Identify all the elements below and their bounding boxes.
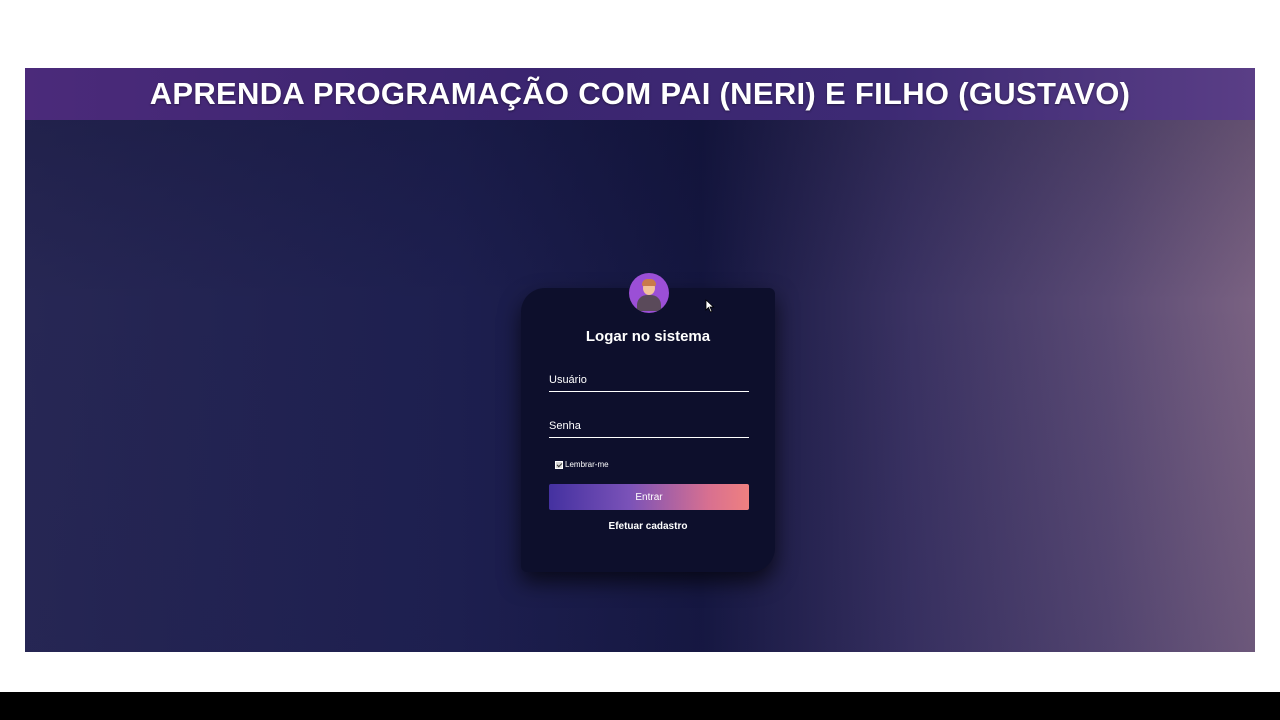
page-title: APRENDA PROGRAMAÇÃO COM PAI (NERI) E FIL…: [149, 76, 1131, 111]
login-card: Logar no sistema Lembrar-me Entrar Efetu…: [521, 273, 775, 572]
browser-viewport: APRENDA PROGRAMAÇÃO COM PAI (NERI) E FIL…: [25, 68, 1255, 652]
username-input[interactable]: [549, 368, 749, 392]
register-link[interactable]: Efetuar cadastro: [521, 521, 775, 532]
user-avatar-icon: [629, 273, 669, 313]
header-banner: APRENDA PROGRAMAÇÃO COM PAI (NERI) E FIL…: [25, 68, 1255, 120]
remember-me-label: Lembrar-me: [565, 460, 609, 469]
remember-me-checkbox[interactable]: [555, 460, 563, 469]
login-button[interactable]: Entrar: [549, 484, 749, 510]
password-input[interactable]: [549, 414, 749, 438]
screen: APRENDA PROGRAMAÇÃO COM PAI (NERI) E FIL…: [0, 0, 1280, 720]
bottom-bar: [0, 692, 1280, 720]
mouse-cursor-icon: [705, 299, 715, 313]
remember-me-row[interactable]: Lembrar-me: [555, 460, 609, 469]
login-heading: Logar no sistema: [585, 328, 711, 345]
